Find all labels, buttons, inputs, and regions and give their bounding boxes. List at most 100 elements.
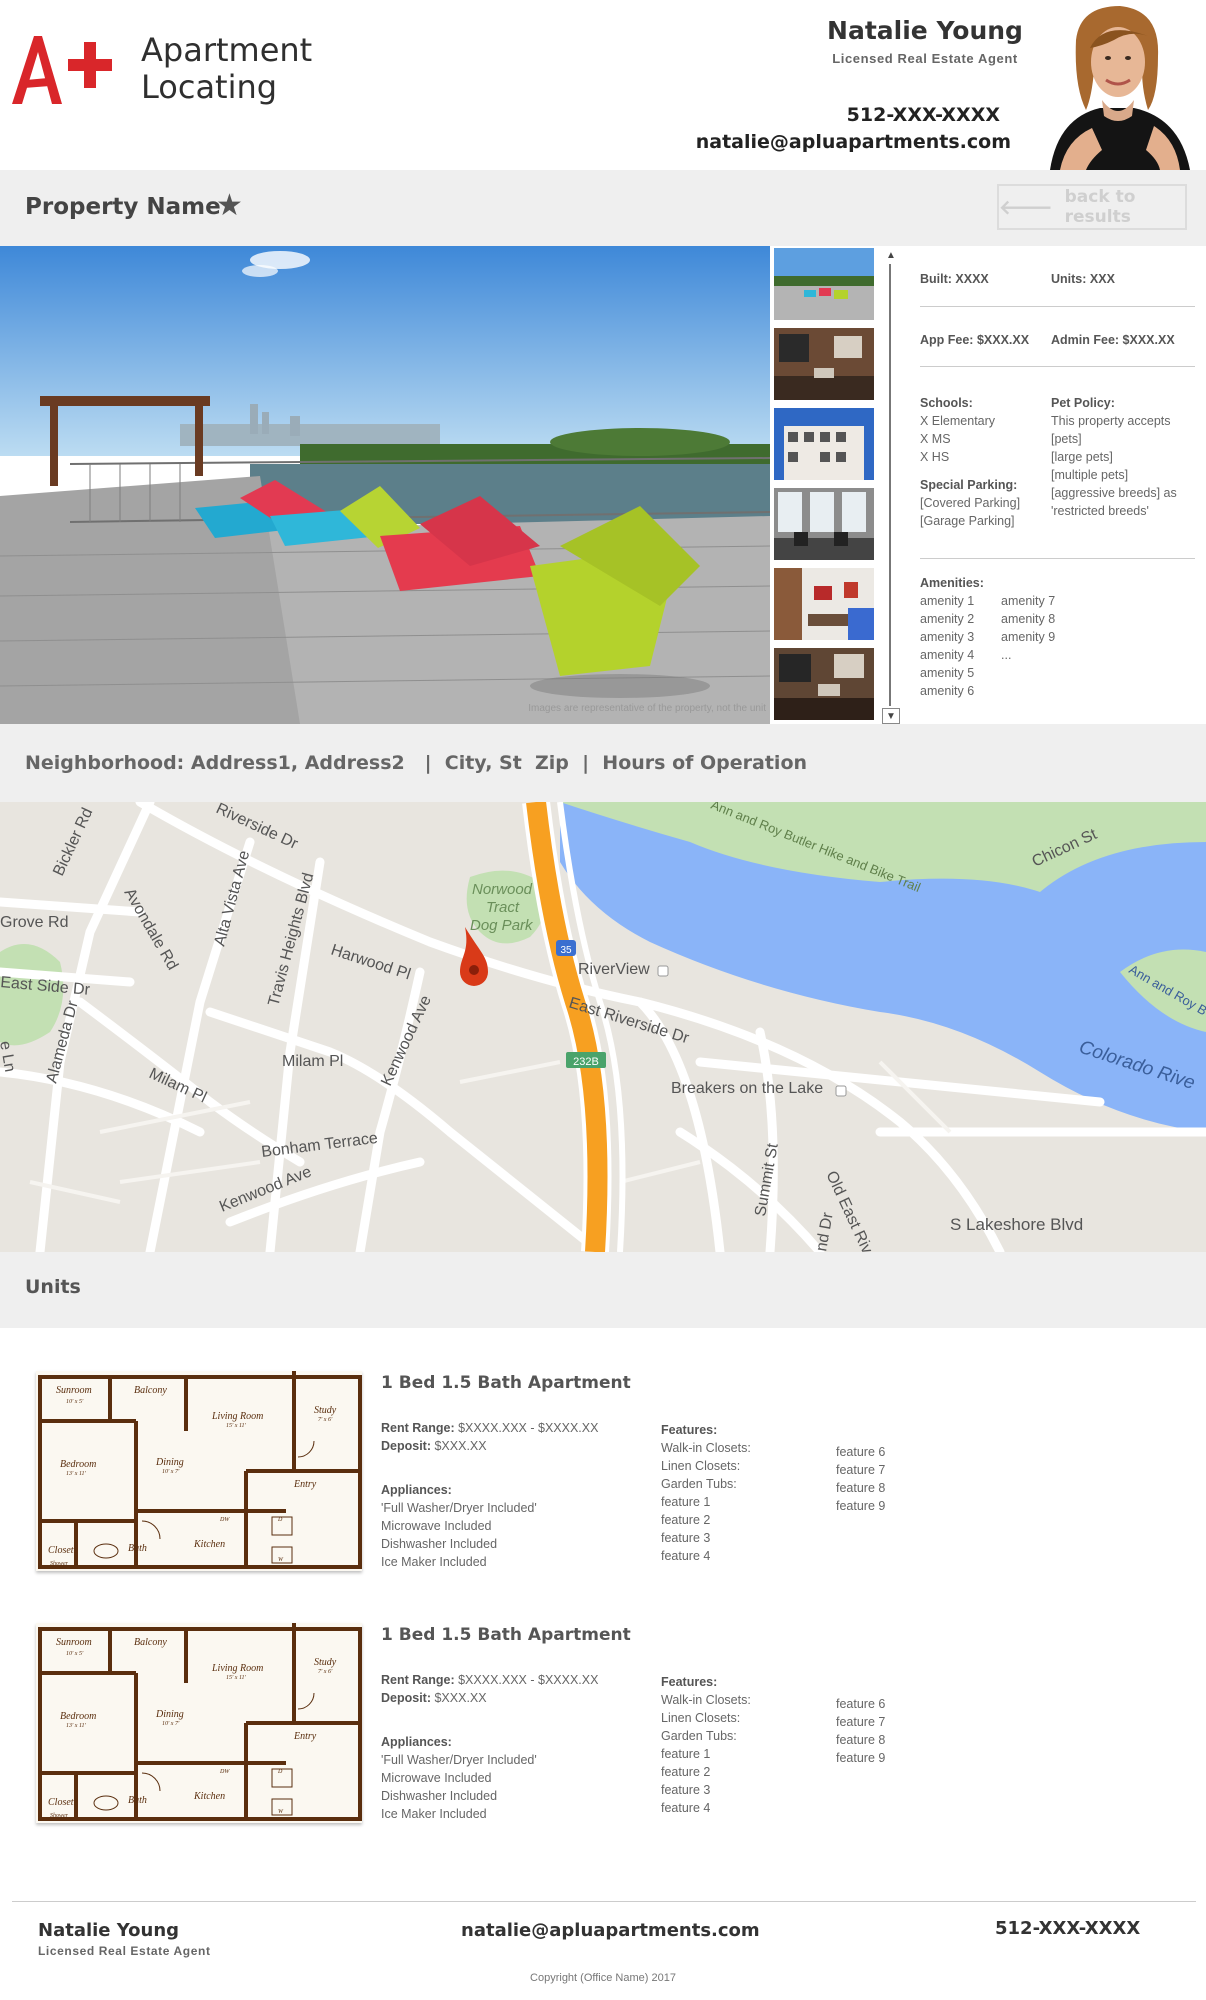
unit-title: 1 Bed 1.5 Bath Apartment bbox=[381, 1373, 631, 1393]
feature-item: feature 2 bbox=[661, 1765, 711, 1779]
star-icon[interactable]: ★ bbox=[216, 188, 243, 223]
site-logo[interactable]: Apartment Locating bbox=[6, 28, 312, 118]
agent-email[interactable]: natalie@apluapartments.com bbox=[696, 131, 1011, 153]
unit-appliances: Appliances: 'Full Washer/Dryer Included'… bbox=[381, 1481, 537, 1571]
appliance-item: Dishwasher Included bbox=[381, 1789, 498, 1803]
thumbnail[interactable] bbox=[774, 248, 874, 320]
appliances-label: Appliances: bbox=[381, 1735, 452, 1749]
pet-policy-item: [aggressive breeds] as bbox=[1051, 486, 1177, 500]
logo-line2: Locating bbox=[141, 68, 278, 106]
unit-card[interactable]: Sunroom 10' x 5' Balcony Living Room 15'… bbox=[0, 1623, 1206, 1863]
floorplan-image[interactable]: Sunroom 10' x 5' Balcony Living Room 15'… bbox=[36, 1623, 362, 1823]
footer-phone[interactable]: 512-XXX-XXXX bbox=[995, 1918, 1140, 1939]
units-value: XXX bbox=[1089, 272, 1115, 286]
scroll-down-icon[interactable]: ▼ bbox=[882, 708, 900, 724]
feature-item: Garden Tubs: bbox=[661, 1477, 737, 1491]
deposit-label: Deposit: bbox=[381, 1439, 431, 1453]
deposit-label: Deposit: bbox=[381, 1691, 431, 1705]
appliance-item: 'Full Washer/Dryer Included' bbox=[381, 1501, 537, 1515]
map-label-grove: Grove Rd bbox=[0, 914, 68, 931]
neighborhood-bar: Neighborhood: Address1, Address2 | City,… bbox=[0, 724, 1206, 802]
amenity-item: ... bbox=[1001, 648, 1012, 662]
room-shower: Shower bbox=[50, 1561, 69, 1567]
thumbnail[interactable] bbox=[774, 328, 874, 400]
divider bbox=[920, 558, 1195, 559]
pet-policy-item: This property accepts bbox=[1051, 414, 1171, 428]
room-sunroom-dim: 10' x 5' bbox=[66, 1651, 84, 1657]
thumbnail-strip bbox=[772, 246, 876, 724]
app-fee-value: $XXX.XX bbox=[976, 333, 1030, 347]
appliance-item: 'Full Washer/Dryer Included' bbox=[381, 1753, 537, 1767]
thumbnail[interactable] bbox=[774, 408, 874, 480]
agent-photo bbox=[1030, 0, 1206, 170]
amenity-item: amenity 8 bbox=[1001, 612, 1056, 626]
thumbnail-image bbox=[774, 648, 874, 720]
room-balcony: Balcony bbox=[134, 1637, 167, 1648]
back-to-results-button[interactable]: 🡐 back to results bbox=[997, 184, 1187, 230]
room-study: Study bbox=[314, 1405, 337, 1416]
feature-item: feature 7 bbox=[836, 1463, 886, 1477]
parking-item: [Covered Parking] bbox=[920, 496, 1021, 510]
feature-item: feature 4 bbox=[661, 1549, 711, 1563]
feature-item: feature 3 bbox=[661, 1531, 711, 1545]
features-label: Features: bbox=[661, 1423, 718, 1437]
pet-policy-label: Pet Policy: bbox=[1051, 396, 1115, 410]
thumbnail[interactable] bbox=[774, 648, 874, 720]
feature-item: Linen Closets: bbox=[661, 1459, 741, 1473]
floorplan-drawing: Sunroom 10' x 5' Balcony Living Room 15'… bbox=[36, 1371, 362, 1571]
unit-pricing: Rent Range: $XXXX.XXX - $XXXX.XX Deposit… bbox=[381, 1671, 598, 1707]
neighborhood-text: Neighborhood: Address1, Address2 | City,… bbox=[25, 752, 808, 774]
property-name: Property Name bbox=[25, 194, 221, 220]
rent-label: Rent Range: bbox=[381, 1673, 455, 1687]
footer-email[interactable]: natalie@apluapartments.com bbox=[461, 1920, 760, 1941]
site-header: Apartment Locating Natalie Young License… bbox=[0, 0, 1206, 170]
room-bedroom-dim: 13' x 11' bbox=[66, 1723, 87, 1729]
footer-agent-title: Licensed Real Estate Agent bbox=[38, 1944, 211, 1958]
scroll-up-icon[interactable]: ▲ bbox=[882, 248, 900, 264]
room-entry: Entry bbox=[293, 1731, 317, 1742]
location-map[interactable]: 35 232B Bickler Rd Riverside Dr Grove Rd… bbox=[0, 802, 1206, 1252]
room-sunroom: Sunroom bbox=[56, 1637, 92, 1648]
thumbnail[interactable] bbox=[774, 488, 874, 560]
map-label-norwood-dog-park: Dog Park bbox=[470, 917, 534, 934]
map-label-exit: 232B bbox=[573, 1056, 599, 1068]
schools-label: Schools: bbox=[920, 396, 973, 410]
amenity-item: amenity 3 bbox=[920, 630, 975, 644]
school-item: X HS bbox=[920, 450, 950, 464]
features-label: Features: bbox=[661, 1675, 718, 1689]
feature-item: feature 3 bbox=[661, 1783, 711, 1797]
amenities-section: Amenities: amenity 1 amenity 2 amenity 3… bbox=[920, 574, 984, 700]
amenity-item: amenity 1 bbox=[920, 594, 975, 608]
room-dining-dim: 10' x 7' bbox=[162, 1721, 180, 1727]
appliance-item: Microwave Included bbox=[381, 1771, 492, 1785]
scroll-track[interactable] bbox=[889, 264, 891, 706]
map-label-breakers: Breakers on the Lake bbox=[671, 1080, 823, 1097]
room-kitchen: Kitchen bbox=[193, 1539, 225, 1550]
room-d: D bbox=[277, 1517, 283, 1523]
logo-line1: Apartment bbox=[141, 31, 313, 69]
room-study-dim: 7' x 6' bbox=[318, 1417, 333, 1423]
floorplan-image[interactable]: Sunroom 10' x 5' Balcony Living Room 15'… bbox=[36, 1371, 362, 1571]
schools-section: Schools: X Elementary X MS X HS Special … bbox=[920, 394, 1020, 530]
room-living: Living Room bbox=[211, 1411, 263, 1422]
thumbnail-scrollbar[interactable]: ▲ ▼ bbox=[882, 248, 900, 724]
amenity-item: amenity 6 bbox=[920, 684, 975, 698]
agent-phone[interactable]: 512-XXX-XXXX bbox=[847, 104, 1000, 126]
appliance-item: Ice Maker Included bbox=[381, 1555, 487, 1569]
room-sunroom: Sunroom bbox=[56, 1385, 92, 1396]
feature-item: feature 8 bbox=[836, 1481, 886, 1495]
room-kitchen: Kitchen bbox=[193, 1791, 225, 1802]
amenity-item: amenity 9 bbox=[1001, 630, 1056, 644]
unit-features-col2: feature 6 feature 7 feature 8 feature 9 bbox=[836, 1695, 885, 1767]
appliance-item: Dishwasher Included bbox=[381, 1537, 498, 1551]
rent-label: Rent Range: bbox=[381, 1421, 455, 1435]
amenity-item: amenity 2 bbox=[920, 612, 975, 626]
units-header-bar: Units bbox=[0, 1252, 1206, 1328]
divider bbox=[920, 366, 1195, 367]
pet-policy-item: [pets] bbox=[1051, 432, 1082, 446]
unit-features: Features: Walk-in Closets: Linen Closets… bbox=[661, 1421, 751, 1565]
feature-item: Linen Closets: bbox=[661, 1711, 741, 1725]
main-photo[interactable]: Images are representative of the propert… bbox=[0, 246, 770, 724]
unit-card[interactable]: Sunroom 10' x 5' Balcony Living Room 15'… bbox=[0, 1371, 1206, 1611]
thumbnail[interactable] bbox=[774, 568, 874, 640]
